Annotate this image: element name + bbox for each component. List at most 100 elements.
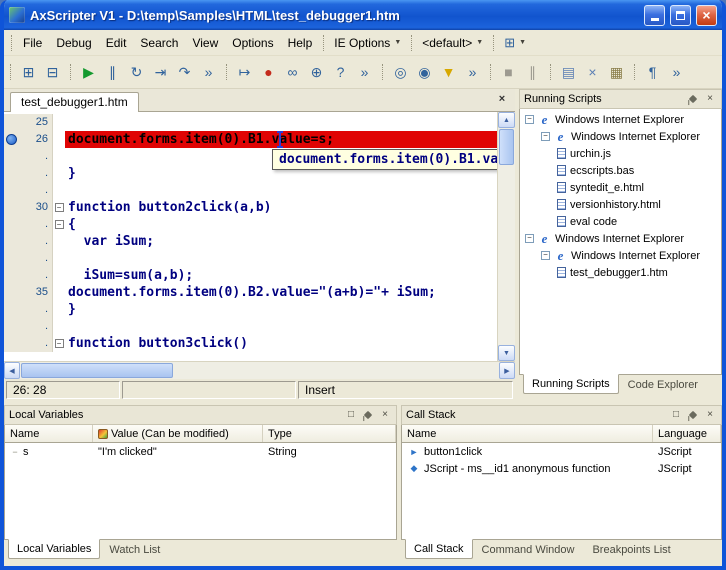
- dock-tab-local-variables[interactable]: Local Variables: [8, 539, 101, 559]
- variable-value-cell[interactable]: "I'm clicked": [93, 446, 263, 458]
- paste-icon[interactable]: ▦: [605, 61, 628, 84]
- dock-tab-code-explorer[interactable]: Code Explorer: [619, 375, 707, 395]
- tree-item-urchin-js[interactable]: urchin.js: [520, 145, 721, 162]
- column-header-language[interactable]: Language: [653, 425, 721, 442]
- scroll-left-button[interactable]: ◀: [4, 362, 20, 379]
- stack-frame-row[interactable]: ► button1click JScript: [402, 443, 721, 460]
- close-panel-button[interactable]: ×: [378, 409, 392, 422]
- code-line-r12[interactable]: .: [4, 318, 497, 335]
- scroll-right-button[interactable]: ▶: [499, 362, 515, 379]
- menu-options[interactable]: Options: [225, 33, 280, 53]
- vertical-scroll-track[interactable]: [498, 166, 515, 345]
- tree-item-windows-internet-explorer[interactable]: − e Windows Internet Explorer: [520, 230, 721, 247]
- code-line-r9[interactable]: . iSum=sum(a,b);: [4, 267, 497, 284]
- tree-item-ecscripts-bas[interactable]: ecscripts.bas: [520, 162, 721, 179]
- menu-file[interactable]: File: [16, 33, 49, 53]
- menu-edit[interactable]: Edit: [99, 33, 134, 53]
- gutter-marker-area[interactable]: [4, 318, 18, 335]
- toolbar-overflow-icon[interactable]: »: [353, 61, 376, 84]
- code-line-r6[interactable]: . −{: [4, 216, 497, 233]
- add-watch-icon[interactable]: ∞: [281, 61, 304, 84]
- copy-icon[interactable]: ▤: [557, 61, 580, 84]
- column-header-value[interactable]: Value (Can be modified): [93, 425, 263, 442]
- code-line-r7[interactable]: . var iSum;: [4, 233, 497, 250]
- close-document-button[interactable]: ×: [495, 93, 509, 107]
- find-next-icon[interactable]: ◉: [413, 61, 436, 84]
- gutter-marker-area[interactable]: [4, 335, 18, 352]
- pause-icon[interactable]: ∥: [101, 61, 124, 84]
- menu-view[interactable]: View: [185, 33, 225, 53]
- dock-tab-command-window[interactable]: Command Window: [473, 540, 584, 560]
- toolbar-overflow-icon[interactable]: »: [197, 61, 220, 84]
- tree-item-windows-internet-explorer[interactable]: − e Windows Internet Explorer: [520, 247, 721, 264]
- gutter-marker-area[interactable]: [4, 114, 18, 131]
- maximize-button[interactable]: [670, 4, 691, 26]
- tree-item-test-debugger1-htm[interactable]: test_debugger1.htm: [520, 264, 721, 281]
- code-line-r8[interactable]: .: [4, 250, 497, 267]
- combo-default[interactable]: <default> ▼: [416, 34, 489, 52]
- quick-watch-icon[interactable]: ⊕: [305, 61, 328, 84]
- toolbar-overflow-icon[interactable]: »: [461, 61, 484, 84]
- tree-collapse-icon[interactable]: −: [525, 234, 534, 243]
- close-button[interactable]: ×: [696, 4, 717, 26]
- cascade-windows-icon[interactable]: ⊟: [41, 61, 64, 84]
- minimize-button[interactable]: [644, 4, 665, 26]
- window-layout-button[interactable]: ⊞ ▼: [498, 33, 532, 53]
- gutter-marker-area[interactable]: [4, 284, 18, 301]
- code-line-r13[interactable]: . − function button3click(): [4, 335, 497, 352]
- code-editor[interactable]: document.forms.item(0).B1.value="button1…: [4, 112, 497, 361]
- close-panel-button[interactable]: ×: [703, 93, 717, 106]
- menu-search[interactable]: Search: [133, 33, 185, 53]
- column-header-name[interactable]: Name: [402, 425, 653, 442]
- scroll-down-button[interactable]: ▼: [498, 345, 515, 361]
- gutter-marker-area[interactable]: [4, 301, 18, 318]
- code-line-r11[interactable]: .}: [4, 301, 497, 318]
- gutter-marker-area[interactable]: [4, 131, 18, 148]
- gutter-marker-area[interactable]: [4, 267, 18, 284]
- find-icon[interactable]: ◎: [389, 61, 412, 84]
- pin-button[interactable]: [361, 409, 375, 422]
- step-over-icon[interactable]: ↷: [173, 61, 196, 84]
- dock-tab-call-stack[interactable]: Call Stack: [405, 539, 473, 559]
- cut-icon[interactable]: ×: [581, 61, 604, 84]
- code-line-25[interactable]: 25: [4, 114, 497, 131]
- fold-collapse-icon[interactable]: −: [54, 220, 64, 229]
- tree-item-eval-code[interactable]: eval code: [520, 213, 721, 230]
- horizontal-scroll-track[interactable]: [174, 362, 499, 379]
- tree-collapse-icon[interactable]: −: [541, 132, 550, 141]
- new-window-icon[interactable]: ⊞: [17, 61, 40, 84]
- code-line-26[interactable]: 26 document.forms.item(0).B1.value=s;: [4, 131, 497, 148]
- dock-tab-watch-list[interactable]: Watch List: [100, 540, 169, 560]
- close-panel-button[interactable]: ×: [703, 409, 717, 422]
- tree-item-syntedit-e-html[interactable]: syntedit_e.html: [520, 179, 721, 196]
- tree-item-versionhistory-html[interactable]: versionhistory.html: [520, 196, 721, 213]
- dock-button[interactable]: □: [669, 409, 683, 422]
- restart-icon[interactable]: ↻: [125, 61, 148, 84]
- run-icon[interactable]: ▶: [77, 61, 100, 84]
- vertical-scroll-thumb[interactable]: [499, 129, 514, 165]
- tree-collapse-icon[interactable]: −: [525, 115, 534, 124]
- gutter-marker-area[interactable]: [4, 250, 18, 267]
- gutter-marker-area[interactable]: [4, 216, 18, 233]
- combo-ie-options[interactable]: IE Options ▼: [328, 34, 407, 52]
- pin-button[interactable]: [686, 409, 700, 422]
- editor-tab-test-debugger1[interactable]: test_debugger1.htm: [10, 92, 139, 112]
- column-header-type[interactable]: Type: [263, 425, 396, 442]
- tree-item-windows-internet-explorer[interactable]: − e Windows Internet Explorer: [520, 128, 721, 145]
- pin-button[interactable]: [686, 93, 700, 106]
- horizontal-scroll-thumb[interactable]: [21, 363, 173, 378]
- step-into-icon[interactable]: ⇥: [149, 61, 172, 84]
- dock-tab-breakpoints-list[interactable]: Breakpoints List: [583, 540, 679, 560]
- menu-debug[interactable]: Debug: [49, 33, 98, 53]
- dock-button[interactable]: □: [344, 409, 358, 422]
- gutter-marker-area[interactable]: [4, 148, 18, 165]
- fold-collapse-icon[interactable]: −: [54, 339, 64, 348]
- gutter-marker-area[interactable]: [4, 182, 18, 199]
- column-header-name[interactable]: Name: [5, 425, 93, 442]
- run-to-cursor-icon[interactable]: ↦: [233, 61, 256, 84]
- tree-collapse-icon[interactable]: −: [541, 251, 550, 260]
- toggle-breakpoint-icon[interactable]: ●: [257, 61, 280, 84]
- dock-tab-running-scripts[interactable]: Running Scripts: [523, 374, 619, 394]
- gutter-marker-area[interactable]: [4, 233, 18, 250]
- gutter-marker-area[interactable]: [4, 199, 18, 216]
